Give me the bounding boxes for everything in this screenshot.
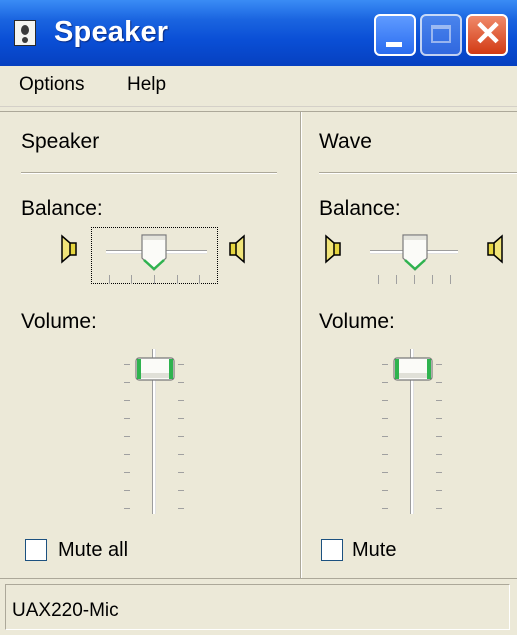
speaker-volume-tick <box>178 382 184 383</box>
wave-balance-tick <box>378 275 379 284</box>
wave-volume-slider-thumb[interactable] <box>393 357 433 381</box>
status-bar: UAX220-Mic <box>0 578 517 635</box>
wave-balance-tick <box>432 275 433 284</box>
speaker-volume-label: Volume: <box>21 310 97 333</box>
minimize-icon <box>386 42 402 47</box>
menu-options[interactable]: Options <box>19 74 84 96</box>
menu-help[interactable]: Help <box>127 74 166 96</box>
wave-volume-tick <box>382 418 388 419</box>
speaker-mixer-window: Speaker ✕ Options Help Speaker Balance: <box>0 0 517 635</box>
speaker-volume-tick <box>178 400 184 401</box>
maximize-icon <box>431 25 451 43</box>
speaker-volume-tick <box>124 454 130 455</box>
speaker-title-separator <box>21 172 277 174</box>
wave-volume-tick <box>436 508 442 509</box>
title-bar[interactable]: Speaker ✕ <box>0 0 517 66</box>
menu-bar: Options Help <box>0 66 517 107</box>
speaker-balance-label: Balance: <box>21 197 103 220</box>
speaker-balance-tick <box>199 275 200 284</box>
close-button[interactable]: ✕ <box>466 14 508 56</box>
speaker-balance-tick <box>154 275 155 284</box>
wave-volume-tick <box>436 382 442 383</box>
mixer-panel: Speaker Balance: Volume: Mute all Wave B… <box>0 111 517 579</box>
column-divider <box>300 112 302 579</box>
speaker-volume-tick <box>124 382 130 383</box>
wave-volume-tick <box>436 472 442 473</box>
wave-volume-tick <box>382 454 388 455</box>
wave-mute-label[interactable]: Mute <box>352 539 396 562</box>
speaker-volume-tick <box>178 454 184 455</box>
speaker-volume-slider-thumb[interactable] <box>135 357 175 381</box>
window-title: Speaker <box>54 16 169 48</box>
speaker-volume-tick <box>178 490 184 491</box>
wave-balance-label: Balance: <box>319 197 401 220</box>
wave-balance-left-speaker-icon <box>325 234 341 264</box>
wave-volume-tick <box>436 436 442 437</box>
speaker-volume-tick <box>124 400 130 401</box>
status-panel: UAX220-Mic <box>5 584 510 630</box>
status-device-text: UAX220-Mic <box>12 600 119 621</box>
wave-balance-tick <box>396 275 397 284</box>
wave-volume-tick <box>382 382 388 383</box>
wave-title-separator <box>319 172 517 174</box>
wave-volume-tick <box>436 454 442 455</box>
wave-balance-tick <box>414 275 415 284</box>
wave-balance-tick <box>450 275 451 284</box>
wave-volume-tick <box>382 364 388 365</box>
wave-volume-tick <box>436 418 442 419</box>
speaker-volume-tick <box>178 418 184 419</box>
wave-volume-tick <box>382 436 388 437</box>
mute-all-checkbox[interactable] <box>25 539 47 561</box>
wave-balance-right-speaker-icon <box>487 234 503 264</box>
mute-all-label[interactable]: Mute all <box>58 539 128 562</box>
wave-volume-tick <box>382 472 388 473</box>
wave-mute-checkbox[interactable] <box>321 539 343 561</box>
speaker-app-icon <box>14 20 36 46</box>
wave-volume-tick <box>382 400 388 401</box>
speaker-volume-tick <box>124 436 130 437</box>
balance-right-speaker-icon <box>229 234 245 264</box>
wave-volume-tick <box>436 490 442 491</box>
speaker-volume-tick <box>124 364 130 365</box>
speaker-balance-tick <box>177 275 178 284</box>
wave-volume-label: Volume: <box>319 310 395 333</box>
speaker-volume-tick <box>178 472 184 473</box>
wave-volume-tick <box>382 490 388 491</box>
wave-volume-tick <box>436 400 442 401</box>
wave-volume-tick <box>436 364 442 365</box>
speaker-balance-slider-thumb[interactable] <box>141 234 167 271</box>
speaker-balance-tick <box>131 275 132 284</box>
wave-column-title: Wave <box>319 130 372 153</box>
speaker-balance-tick <box>109 275 110 284</box>
speaker-volume-tick <box>178 508 184 509</box>
speaker-column-title: Speaker <box>21 130 100 153</box>
minimize-button[interactable] <box>374 14 416 56</box>
speaker-volume-tick <box>178 364 184 365</box>
speaker-volume-tick <box>124 490 130 491</box>
balance-left-speaker-icon <box>61 234 77 264</box>
maximize-button[interactable] <box>420 14 462 56</box>
speaker-volume-tick <box>178 436 184 437</box>
wave-volume-tick <box>382 508 388 509</box>
speaker-volume-tick <box>124 418 130 419</box>
speaker-volume-tick <box>124 472 130 473</box>
speaker-volume-tick <box>124 508 130 509</box>
close-icon: ✕ <box>473 15 503 53</box>
wave-balance-slider-thumb[interactable] <box>402 234 428 271</box>
